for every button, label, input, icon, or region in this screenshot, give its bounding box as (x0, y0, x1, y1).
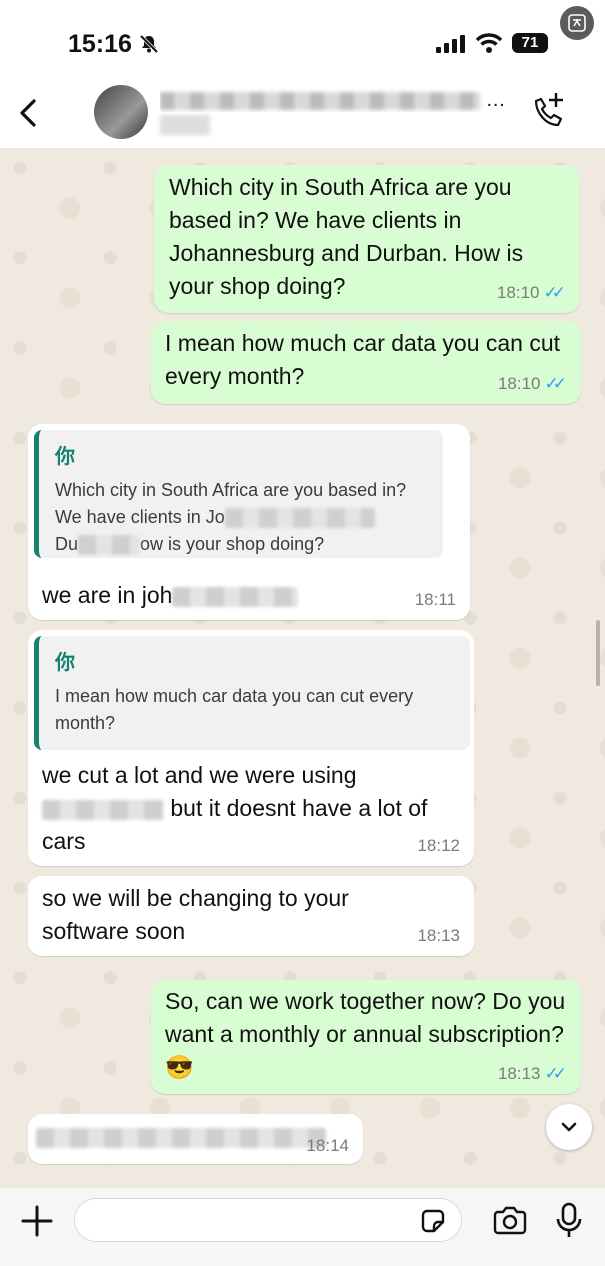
message-line: cars (42, 828, 86, 854)
camera-icon[interactable] (492, 1204, 528, 1238)
battery-indicator: 71 (512, 33, 548, 53)
redacted-text (78, 535, 141, 556)
message-time: 18:14 (306, 1136, 349, 1155)
wifi-icon (476, 33, 502, 53)
muted-bell-icon (139, 34, 159, 54)
message-time: 18:10 (497, 374, 541, 393)
redacted-text (42, 799, 164, 820)
quote-text: I mean how much car data you can cut eve… (55, 686, 414, 733)
redacted-text (224, 508, 375, 529)
redacted-text (36, 1128, 326, 1148)
quote-line: Which city in South Africa are you based… (55, 480, 407, 500)
scroll-to-bottom-button[interactable] (546, 1104, 592, 1150)
read-ticks-icon: ✓✓ (543, 283, 566, 302)
message-input-bar (0, 1188, 605, 1266)
message-meta: 18:10 ✓✓ (498, 374, 567, 394)
read-ticks-icon: ✓✓ (544, 1064, 567, 1083)
quoted-message[interactable]: 你 I mean how much car data you can cut e… (34, 636, 470, 750)
quote-line: We have clients in Jo (55, 504, 427, 531)
status-time: 15:16 (68, 30, 132, 58)
message-text: we are in joh (42, 579, 299, 612)
message-time: 18:11 (414, 590, 456, 609)
message-text-visible: we are in joh (42, 582, 173, 608)
chat-scrollbar[interactable] (596, 620, 600, 686)
quote-line-text: ow is your shop doing? (140, 534, 325, 554)
message-input[interactable] (74, 1198, 462, 1242)
message-meta: 18:14 (306, 1136, 349, 1156)
contact-name-ellipsis: … (485, 89, 506, 111)
contact-avatar[interactable] (94, 85, 148, 139)
plus-icon[interactable] (20, 1204, 54, 1238)
add-call-icon[interactable] (528, 91, 568, 133)
message-time: 18:12 (417, 836, 460, 855)
cell-signal-icon (436, 35, 465, 53)
chevron-down-icon (561, 1122, 577, 1132)
incoming-message[interactable]: 你 I mean how much car data you can cut e… (28, 630, 474, 866)
chevron-left-icon[interactable] (10, 93, 50, 133)
quote-author: 你 (55, 652, 75, 674)
outgoing-message[interactable]: I mean how much car data you can cut eve… (151, 321, 581, 404)
translate-icon[interactable] (560, 6, 594, 40)
sticker-icon[interactable] (418, 1206, 448, 1236)
whatsapp-chat-screen: 15:16 71 … Which city in South Africa ar… (0, 0, 605, 1266)
quoted-message[interactable]: 你 Which city in South Africa are you bas… (34, 430, 443, 558)
microphone-icon[interactable] (556, 1202, 582, 1240)
message-meta: 18:11 (415, 590, 456, 610)
quote-author: 你 (55, 446, 75, 468)
contact-subtitle-blurred (160, 115, 210, 135)
read-ticks-icon: ✓✓ (544, 374, 567, 393)
message-time: 18:10 (496, 283, 540, 302)
message-meta: 18:13 ✓✓ (498, 1064, 567, 1084)
redacted-text (172, 586, 299, 607)
message-time: 18:13 (497, 1064, 541, 1083)
message-meta: 18:10 ✓✓ (497, 283, 566, 303)
quote-text: Which city in South Africa are you based… (55, 477, 427, 558)
message-text: so we will be changing to your software … (42, 885, 349, 944)
message-line-text: but it doesnt have a lot of (170, 795, 428, 821)
quote-line-text: Du (55, 534, 79, 554)
status-bar: 15:16 71 (0, 0, 605, 85)
incoming-message[interactable]: 你 Which city in South Africa are you bas… (28, 424, 470, 620)
contact-name-blurred (160, 91, 480, 110)
message-meta: 18:13 (417, 926, 460, 946)
contact-name[interactable]: … (160, 89, 510, 112)
message-line: we cut a lot and we were using (42, 762, 357, 788)
quote-line: Du ow is your shop doing? (55, 531, 427, 558)
outgoing-message[interactable]: Which city in South Africa are you based… (154, 165, 580, 313)
incoming-message[interactable]: so we will be changing to your software … (28, 876, 474, 956)
message-time: 18:13 (417, 926, 460, 945)
outgoing-message[interactable]: So, can we work together now? Do you wan… (151, 980, 581, 1094)
message-text: we cut a lot and we were using but it do… (42, 759, 462, 858)
message-meta: 18:12 (417, 836, 460, 856)
incoming-message[interactable]: 18:14 (28, 1114, 363, 1164)
quote-line-text: We have clients in Jo (55, 507, 225, 527)
message-line: but it doesnt have a lot of (42, 792, 462, 825)
chat-header: … (0, 85, 605, 148)
